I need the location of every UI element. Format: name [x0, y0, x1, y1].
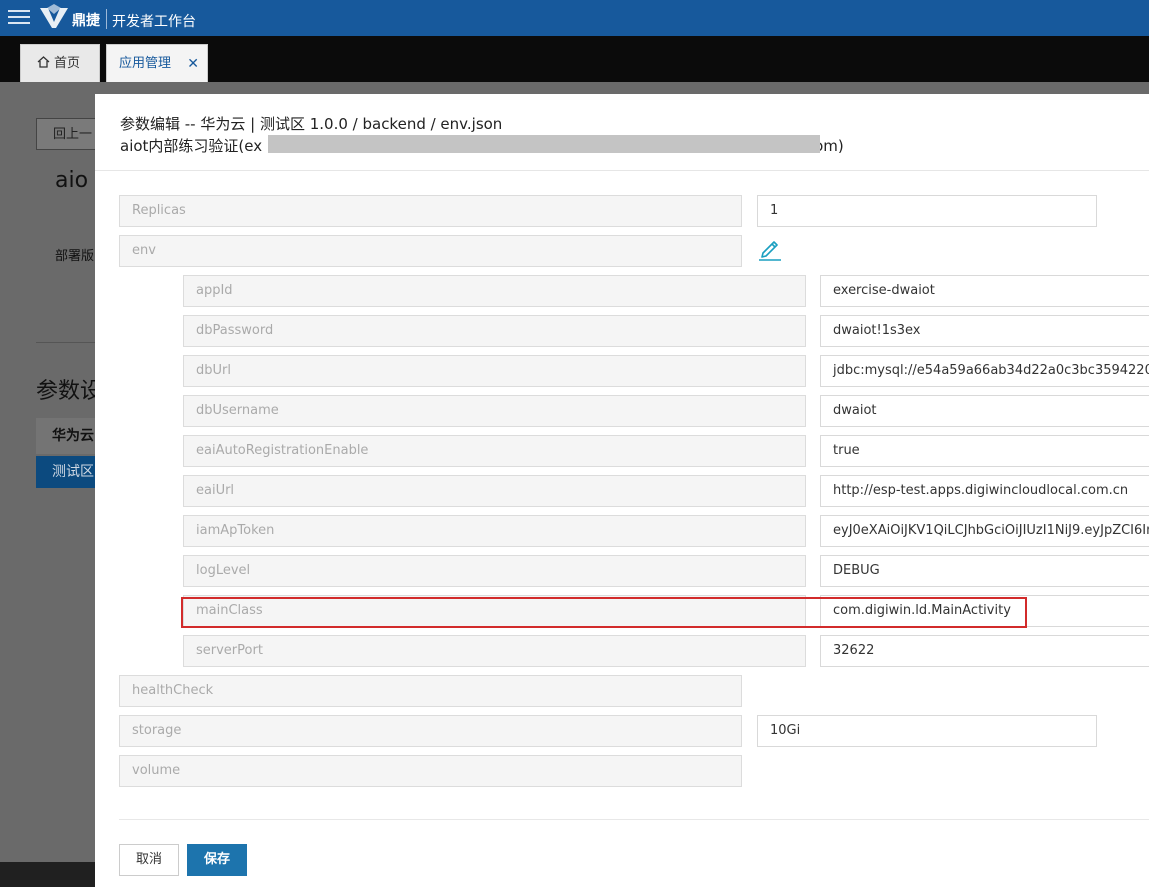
field-key-appid: appId: [183, 275, 806, 307]
field-key-eaiautoregistration: eaiAutoRegistrationEnable: [183, 435, 806, 467]
field-value-iamaptoken[interactable]: eyJ0eXAiOiJKV1QiLCJhbGciOiJIUzI1NiJ9.eyJ…: [820, 515, 1149, 547]
field-key-serverport: serverPort: [183, 635, 806, 667]
edit-pencil-icon[interactable]: [757, 234, 783, 262]
modal-title: 参数编辑 -- 华为云 | 测试区 1.0.0 / backend / env.…: [120, 115, 503, 133]
field-value-serverport[interactable]: 32622: [820, 635, 1149, 667]
param-edit-modal: 参数编辑 -- 华为云 | 测试区 1.0.0 / backend / env.…: [95, 94, 1149, 887]
field-key-volume: volume: [119, 755, 742, 787]
subtitle-prefix: aiot内部练习验证(ex: [120, 137, 263, 155]
mainclass-highlight-box: [181, 597, 1027, 628]
zone-row: 测试区: [36, 456, 96, 488]
field-key-dbusername: dbUsername: [183, 395, 806, 427]
save-button[interactable]: 保存: [187, 844, 247, 876]
modal-header: 参数编辑 -- 华为云 | 测试区 1.0.0 / backend / env.…: [95, 94, 1149, 171]
tab-app-management[interactable]: 应用管理 ✕: [106, 44, 208, 82]
divider: [36, 342, 96, 343]
cloud-row: 华为云: [36, 418, 96, 454]
bottom-strip: [0, 862, 95, 887]
brand-divider: [106, 9, 107, 29]
field-value-replicas[interactable]: 1: [757, 195, 1097, 227]
field-key-eaiurl: eaiUrl: [183, 475, 806, 507]
console-title: 开发者工作台: [112, 14, 196, 30]
field-value-loglevel[interactable]: DEBUG: [820, 555, 1149, 587]
field-key-dburl: dbUrl: [183, 355, 806, 387]
field-key-env: env: [119, 235, 742, 267]
app-title: aio: [55, 168, 89, 193]
deploy-label: 部署版: [55, 249, 95, 264]
field-value-eaiautoregistration[interactable]: true: [820, 435, 1149, 467]
field-key-iamaptoken: iamApToken: [183, 515, 806, 547]
field-value-appid[interactable]: exercise-dwaiot: [820, 275, 1149, 307]
field-value-dbusername[interactable]: dwaiot: [820, 395, 1149, 427]
field-value-eaiurl[interactable]: http://esp-test.apps.digiwincloudlocal.c…: [820, 475, 1149, 507]
field-value-dburl[interactable]: jdbc:mysql://e54a59a66ab34d22a0c3bc35942…: [820, 355, 1149, 387]
tab-home[interactable]: 首页: [20, 44, 100, 82]
footer-divider: [119, 819, 1149, 820]
field-key-storage: storage: [119, 715, 742, 747]
home-icon: [37, 56, 50, 68]
field-value-storage[interactable]: 10Gi: [757, 715, 1097, 747]
redacted-block: [268, 135, 820, 153]
close-icon[interactable]: ✕: [187, 45, 199, 83]
brand-logo-icon: [40, 4, 68, 28]
tab-bar: 首页 应用管理 ✕: [0, 36, 1149, 82]
field-key-dbpassword: dbPassword: [183, 315, 806, 347]
top-bar: 鼎捷 开发者工作台: [0, 0, 1149, 36]
brand-name: 鼎捷: [72, 13, 100, 29]
field-key-replicas: Replicas: [119, 195, 742, 227]
field-key-healthcheck: healthCheck: [119, 675, 742, 707]
tab-app-label: 应用管理: [119, 56, 172, 71]
field-key-loglevel: logLevel: [183, 555, 806, 587]
param-section-title: 参数设: [36, 379, 103, 404]
cancel-button[interactable]: 取消: [119, 844, 179, 876]
tab-home-label: 首页: [54, 56, 81, 71]
field-value-dbpassword[interactable]: dwaiot!1s3ex: [820, 315, 1149, 347]
hamburger-menu-icon[interactable]: [8, 6, 30, 28]
